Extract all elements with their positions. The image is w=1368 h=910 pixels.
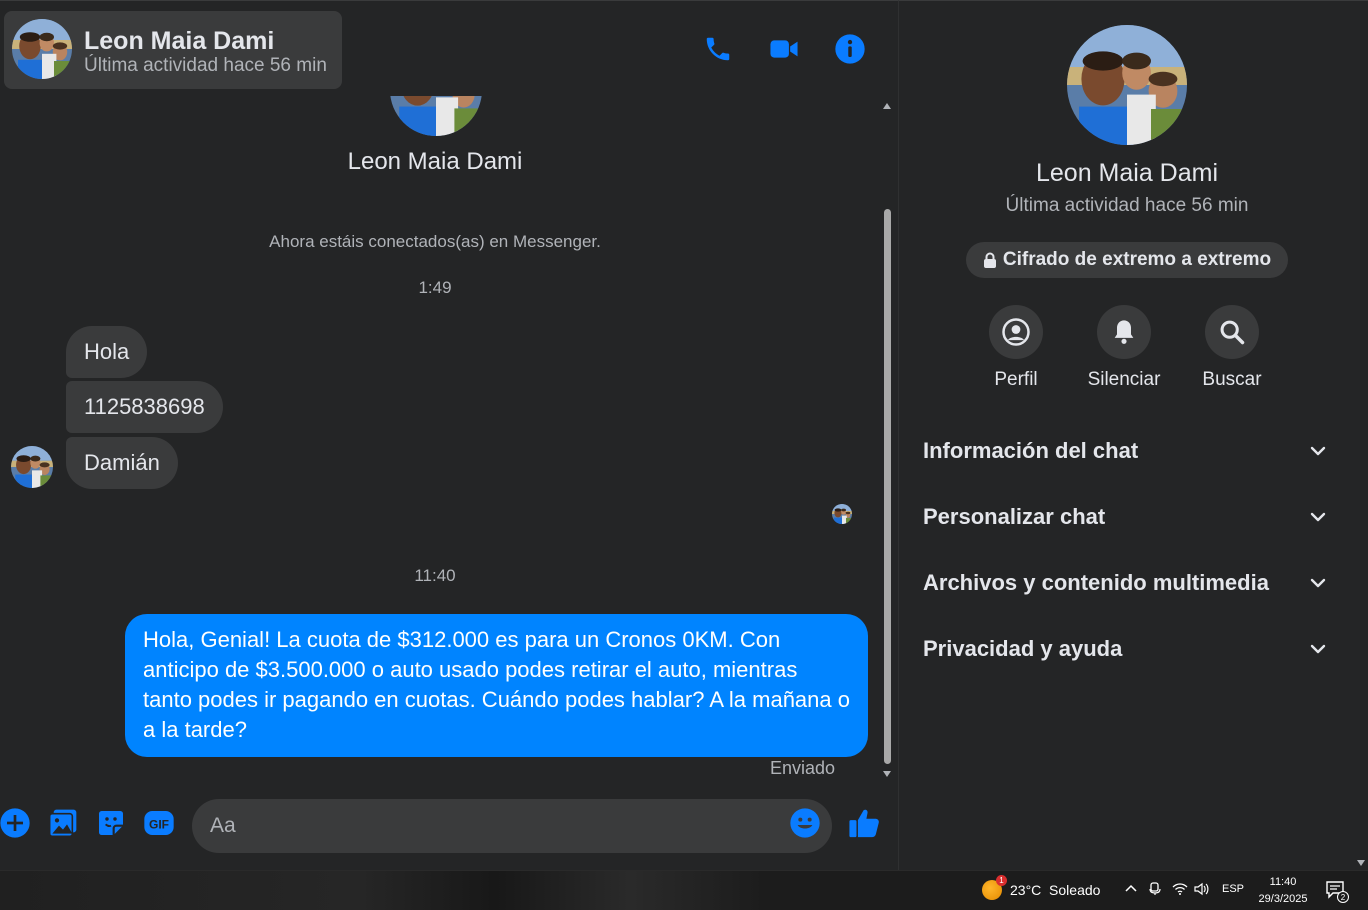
clock-date: 29/3/2025 — [1258, 893, 1308, 905]
contact-name[interactable]: Leon Maia Dami — [84, 27, 274, 56]
search-button[interactable] — [1205, 305, 1259, 359]
avatar[interactable] — [11, 446, 53, 488]
chat-info-panel: Leon Maia Dami Última actividad hace 56 … — [898, 0, 1368, 870]
plus-icon[interactable] — [0, 806, 32, 840]
taskbar: 1 23°C Soleado ESP 11:40 29/3/2025 2 — [0, 870, 1368, 910]
section-chat-info[interactable]: Información del chat — [909, 423, 1341, 479]
system-message: Ahora estáis conectados(as) en Messenger… — [269, 232, 601, 251]
scroll-thumb[interactable] — [884, 209, 891, 764]
volume-icon[interactable] — [1194, 882, 1210, 899]
section-label: Personalizar chat — [923, 504, 1106, 529]
chat-scrollbar[interactable] — [880, 99, 894, 779]
sun-icon: 1 — [982, 875, 1007, 900]
chevron-down-icon — [1310, 644, 1326, 654]
scroll-down-arrow[interactable] — [883, 771, 891, 777]
sent-status: Enviado — [769, 758, 835, 776]
weather-badge: 1 — [996, 875, 1007, 886]
phone-icon[interactable] — [700, 31, 736, 67]
chevron-down-icon — [1310, 512, 1326, 522]
info-last-active: Última actividad hace 56 min — [1005, 195, 1249, 216]
chat-header[interactable]: Leon Maia Dami Última actividad hace 56 … — [4, 11, 342, 89]
scroll-up-arrow[interactable] — [883, 103, 891, 109]
wifi-icon[interactable] — [1172, 882, 1188, 899]
profile-action[interactable]: Perfil — [971, 305, 1061, 391]
conversation-contact-name: Leon Maia Dami — [347, 148, 523, 175]
message-input[interactable] — [192, 799, 832, 853]
section-privacy-help[interactable]: Privacidad y ayuda — [909, 621, 1341, 677]
gif-label: GIF — [149, 817, 169, 831]
outgoing-message[interactable]: Hola, Genial! La cuota de $312.000 es pa… — [125, 614, 868, 757]
notification-count: 2 — [1341, 893, 1346, 902]
section-media-files[interactable]: Archivos y contenido multimedia — [909, 555, 1341, 611]
notification-icon[interactable]: 2 — [1325, 879, 1349, 903]
search-action[interactable]: Buscar — [1187, 305, 1277, 391]
language-indicator[interactable]: ESP — [1222, 883, 1244, 895]
section-label: Privacidad y ayuda — [923, 636, 1123, 661]
message-list[interactable]: Leon Maia Dami Ahora estáis conectados(a… — [0, 96, 880, 776]
section-label: Información del chat — [923, 438, 1139, 463]
clock-time: 11:40 — [1269, 876, 1297, 888]
taskbar-apps-area[interactable] — [0, 871, 900, 910]
mute-button[interactable] — [1097, 305, 1151, 359]
timestamp: 11:40 — [414, 566, 456, 585]
chat-pane: Leon Maia Dami Última actividad hace 56 … — [0, 0, 898, 870]
chevron-down-icon — [1310, 446, 1326, 456]
encryption-label: Cifrado de extremo a extremo — [1002, 249, 1272, 270]
search-icon — [1220, 320, 1245, 345]
seen-indicator-avatar — [832, 504, 852, 524]
search-label: Buscar — [1202, 369, 1262, 390]
chevron-up-icon[interactable] — [1124, 882, 1138, 899]
meet-icon[interactable] — [1148, 882, 1162, 899]
sticker-icon[interactable] — [94, 806, 128, 840]
section-label: Archivos y contenido multimedia — [923, 570, 1269, 595]
profile-button[interactable] — [989, 305, 1043, 359]
profile-icon — [1002, 318, 1030, 346]
weather-text: 23°C Soleado — [1010, 882, 1101, 898]
section-customize-chat[interactable]: Personalizar chat — [909, 489, 1341, 545]
last-active-status: Última actividad hace 56 min — [84, 55, 327, 76]
info-icon[interactable] — [832, 31, 868, 67]
video-icon[interactable] — [766, 31, 802, 67]
encryption-badge[interactable]: Cifrado de extremo a extremo — [966, 242, 1288, 278]
emoji-icon[interactable] — [788, 806, 822, 840]
scroll-down-arrow[interactable] — [1357, 860, 1365, 866]
incoming-message[interactable]: 1125838698 — [66, 381, 223, 433]
mute-action[interactable]: Silenciar — [1079, 305, 1169, 391]
weather-widget[interactable]: 1 23°C Soleado — [982, 875, 1101, 900]
avatar — [390, 96, 482, 136]
incoming-message[interactable]: Damián — [66, 437, 178, 489]
mute-label: Silenciar — [1087, 369, 1161, 390]
info-contact-name: Leon Maia Dami — [1035, 159, 1219, 187]
gif-icon[interactable]: GIF — [142, 806, 176, 840]
profile-label: Perfil — [994, 369, 1038, 390]
avatar[interactable] — [12, 19, 72, 79]
message-composer: GIF — [0, 796, 898, 856]
bell-icon — [1114, 320, 1134, 344]
image-icon[interactable] — [46, 806, 80, 840]
chevron-down-icon — [1310, 578, 1326, 588]
incoming-message[interactable]: Hola — [66, 326, 148, 378]
lock-icon — [983, 252, 996, 268]
clock[interactable]: 11:40 29/3/2025 — [1250, 874, 1316, 908]
avatar[interactable] — [1067, 25, 1187, 145]
timestamp: 1:49 — [418, 278, 452, 297]
like-icon[interactable] — [848, 806, 882, 840]
